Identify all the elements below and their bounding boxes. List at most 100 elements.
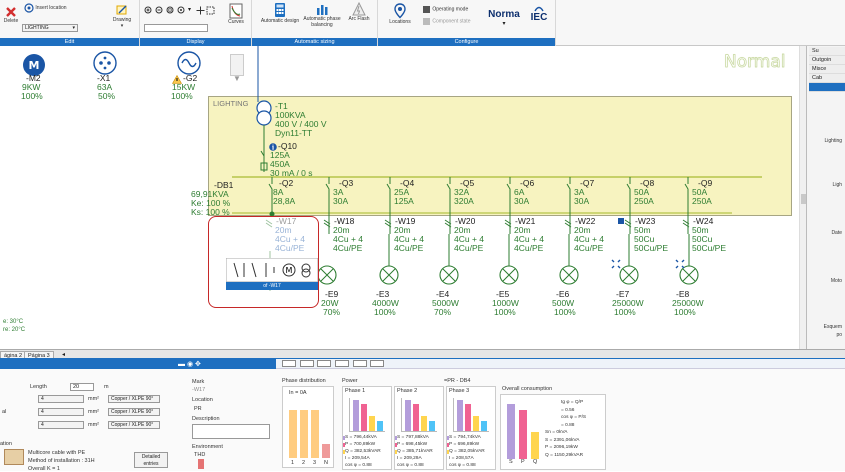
lamp-pct: 100% bbox=[494, 307, 516, 317]
norma-dropdown-icon: ▾ bbox=[502, 21, 506, 27]
automatic-phase-balancing-button[interactable]: Automatic phase balancing bbox=[302, 2, 342, 28]
zoom-input[interactable] bbox=[144, 24, 208, 32]
arc-flash-button[interactable]: Arc Flash bbox=[344, 2, 374, 22]
legend-swatch bbox=[343, 443, 345, 447]
power-phase-bars bbox=[453, 398, 489, 432]
zoom-dropdown-icon[interactable]: ▾ bbox=[188, 6, 191, 13]
right-panel-item-3[interactable]: Misce bbox=[809, 65, 845, 74]
info-icon[interactable] bbox=[618, 218, 624, 224]
iec-icon bbox=[534, 6, 544, 12]
lamp-pct: 100% bbox=[554, 307, 576, 317]
curves-icon bbox=[229, 3, 243, 19]
overall-axis-label: P bbox=[521, 459, 525, 465]
legend-swatch bbox=[447, 450, 449, 454]
power-phase-value-q: Q = 385,71kVAR bbox=[397, 449, 433, 454]
lamp-pct: 100% bbox=[674, 307, 696, 317]
tabs-scroll-left-icon[interactable]: ◂ bbox=[62, 351, 65, 358]
overall-value-line: S = 2391,06kVA bbox=[545, 437, 580, 443]
right-panel-item-4[interactable]: Cab bbox=[809, 74, 845, 83]
component-state-button[interactable]: Component state bbox=[422, 17, 482, 26]
power-phase-value-p: P = 698,45kW bbox=[397, 442, 428, 447]
power-phase-bar bbox=[405, 399, 411, 431]
right-panel-item-2[interactable]: Outgoin bbox=[809, 56, 845, 65]
zoom-window-icon[interactable] bbox=[177, 6, 186, 15]
pin-icon[interactable]: ◉ bbox=[187, 361, 193, 368]
section-row-material[interactable]: Copper / XLPE 90° bbox=[108, 395, 160, 403]
drawing-icon bbox=[116, 5, 127, 15]
settings-icon[interactable]: ✥ bbox=[195, 361, 201, 368]
lighting-select[interactable]: LIGHTING ▾ bbox=[22, 24, 78, 32]
view-mode-5[interactable] bbox=[352, 360, 367, 367]
overall-axis: SPQ bbox=[505, 459, 541, 467]
view-mode-4[interactable] bbox=[335, 360, 350, 367]
cable-pe: 50Cu/PE bbox=[692, 243, 727, 253]
description-input[interactable] bbox=[192, 424, 270, 439]
right-panel-label-6: po bbox=[836, 332, 842, 338]
length-input[interactable]: 20 bbox=[70, 383, 94, 391]
zoom-out-icon[interactable] bbox=[155, 6, 164, 15]
section-row-count[interactable]: 4 bbox=[38, 395, 84, 403]
legend-swatch bbox=[343, 450, 345, 454]
power-phase-value-s: S = 796,44kVA bbox=[345, 435, 377, 440]
overall-value-line: Q = 1150,29kVAR bbox=[545, 452, 584, 458]
power-phase-bar bbox=[481, 421, 487, 431]
locations-button[interactable]: Locations bbox=[384, 3, 416, 25]
legend-swatch bbox=[447, 443, 449, 447]
phase-distribution-bars bbox=[287, 401, 330, 458]
power-phase-value-cos: cos φ = 0.88 bbox=[449, 463, 476, 468]
legend-swatch bbox=[343, 436, 345, 440]
delete-button[interactable]: Delete bbox=[2, 6, 20, 24]
zoom-fit-icon[interactable] bbox=[166, 6, 175, 15]
ribbon-group-configure: Locations Operating mode Component state… bbox=[378, 0, 556, 46]
right-panel-item-1[interactable]: Su bbox=[809, 47, 845, 56]
legend-swatch bbox=[395, 450, 397, 454]
schematic-canvas[interactable]: Normal M -M2 9KW 100% -X1 63A 50% -G2 15… bbox=[0, 46, 806, 349]
properties-panel: ▬ ◉ ✥ Length 20 m 4 mm² Copper / XLPE 90° a… bbox=[0, 358, 845, 472]
mark-label: Mark bbox=[192, 379, 205, 385]
right-panel-item-selected[interactable] bbox=[809, 83, 845, 92]
selection-marker-2[interactable] bbox=[675, 259, 685, 269]
drawing-button[interactable]: Drawing ▾ bbox=[108, 3, 136, 29]
lock-icon[interactable]: ▬ bbox=[178, 361, 185, 368]
section-row-count[interactable]: 4 bbox=[38, 408, 84, 416]
installation-line-2: Method of installation : 31H bbox=[28, 458, 95, 464]
section-row-unit: mm² bbox=[88, 422, 99, 428]
zoom-toolbar: ▾ bbox=[144, 6, 215, 16]
canvas-scrollbar[interactable] bbox=[799, 46, 806, 349]
phase-distribution-bar bbox=[322, 443, 330, 458]
section-row-material[interactable]: Copper / XLPE 90° bbox=[108, 421, 160, 429]
view-mode-6[interactable] bbox=[370, 360, 385, 367]
detailed-entries-button[interactable]: Detailed entries bbox=[134, 452, 168, 468]
automatic-design-button[interactable]: Automatic design bbox=[260, 2, 300, 24]
description-label: Description bbox=[192, 416, 220, 422]
automatic-phase-balancing-label: Automatic phase balancing bbox=[303, 16, 341, 28]
section-row-count[interactable]: 4 bbox=[38, 421, 84, 429]
transformer-coupling: Dyn11-TT bbox=[275, 128, 313, 138]
view-mode-3[interactable] bbox=[317, 360, 332, 367]
phase-distribution-plot: In = 0A 1 2 3 N bbox=[282, 386, 334, 468]
breaker-setting: 125A bbox=[394, 196, 414, 206]
iec-button[interactable]: IEC bbox=[526, 4, 552, 23]
operating-mode-button[interactable]: Operating mode bbox=[422, 5, 482, 14]
norma-button[interactable]: Norma ▾ bbox=[486, 9, 522, 27]
cable-pe: 4Cu/PE bbox=[333, 243, 363, 253]
section-row-material[interactable]: Copper / XLPE 90° bbox=[108, 408, 160, 416]
zoom-in-icon[interactable] bbox=[144, 6, 153, 15]
overall-bars bbox=[505, 401, 541, 459]
lamp-pct: 100% bbox=[374, 307, 396, 317]
cable-detail-caption-text: of -W17 bbox=[263, 283, 281, 289]
insert-location-button[interactable]: Insert location bbox=[24, 3, 84, 13]
curves-button[interactable]: Curves bbox=[224, 3, 248, 25]
pan-icon[interactable] bbox=[196, 6, 205, 15]
overall-value-line: tg φ = Q/P bbox=[561, 400, 584, 405]
select-area-icon[interactable] bbox=[206, 6, 215, 15]
ribbon: Delete Insert location LIGHTING ▾ Drawin… bbox=[0, 0, 845, 46]
breaker-setting: 30A bbox=[574, 196, 590, 206]
ribbon-group-automatic-sizing-label: Automatic sizing bbox=[252, 38, 377, 46]
selection-marker-1[interactable] bbox=[611, 259, 621, 269]
temperature-2: re: 20°C bbox=[3, 327, 26, 333]
view-mode-2[interactable] bbox=[299, 360, 314, 367]
view-mode-1[interactable] bbox=[282, 360, 296, 367]
power-phase-value-i: I = 209,29A bbox=[397, 456, 422, 461]
overall-consumption-label: Overall consumption bbox=[502, 386, 553, 392]
